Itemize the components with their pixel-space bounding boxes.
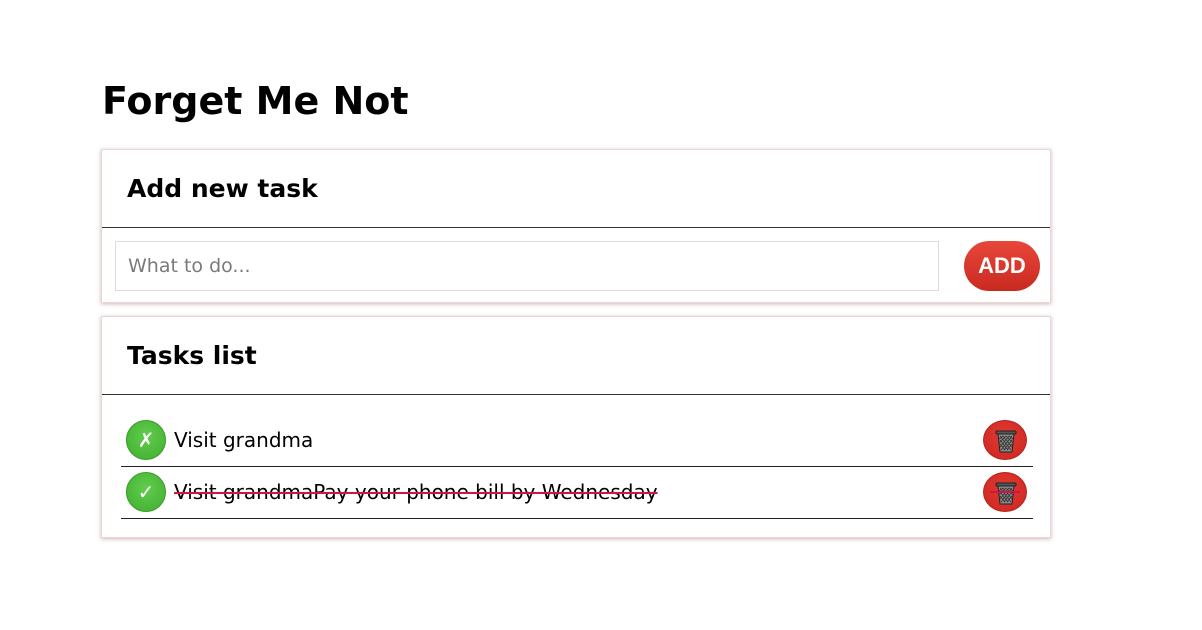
check-icon: ✓ — [137, 480, 155, 504]
strike-line — [990, 491, 1020, 493]
add-task-panel: Add new task ADD — [101, 149, 1051, 303]
toggle-done-button[interactable]: ✗ — [126, 420, 166, 460]
task-input[interactable] — [115, 241, 939, 291]
task-item: ✗ Visit grandma — [121, 415, 1033, 467]
trash-icon — [995, 430, 1017, 453]
add-task-form: ADD — [102, 228, 1050, 303]
tasks-list-header: Tasks list — [102, 317, 1050, 395]
tasks-list-heading: Tasks list — [127, 341, 257, 370]
add-task-header: Add new task — [102, 150, 1050, 228]
toggle-done-button[interactable]: ✓ — [126, 472, 166, 512]
add-task-heading: Add new task — [127, 174, 318, 203]
task-text: Visit grandmaPay your phone bill by Wedn… — [174, 480, 658, 504]
cross-icon: ✗ — [137, 428, 155, 452]
delete-task-button[interactable] — [983, 472, 1027, 512]
task-item: ✓ Visit grandmaPay your phone bill by We… — [121, 467, 1033, 519]
tasks-list-panel: Tasks list ✗ Visit grandma ✓ Visit grand… — [101, 316, 1051, 538]
page-title: Forget Me Not — [102, 79, 409, 123]
trash-icon — [995, 482, 1017, 505]
add-button[interactable]: ADD — [964, 241, 1040, 291]
task-text: Visit grandma — [174, 428, 314, 452]
delete-task-button[interactable] — [983, 420, 1027, 460]
